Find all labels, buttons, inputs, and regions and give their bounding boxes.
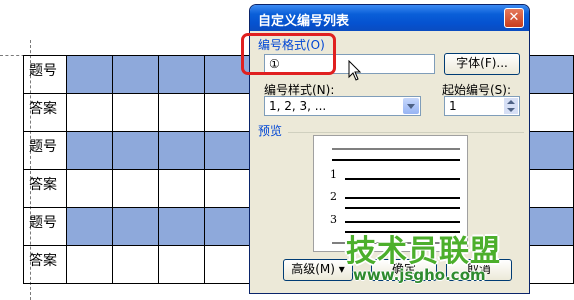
preview-line bbox=[345, 221, 460, 223]
table-cell bbox=[65, 169, 113, 208]
row-label: 答案 bbox=[23, 93, 67, 132]
number-format-highlight bbox=[241, 33, 336, 75]
table-cell bbox=[157, 93, 205, 132]
start-at-input[interactable]: 1 bbox=[444, 96, 520, 116]
row-label: 题号 bbox=[23, 55, 67, 94]
watermark-url: www.jsgho.com bbox=[353, 266, 486, 284]
preview-label: 预览 bbox=[258, 124, 283, 138]
table-cell bbox=[203, 131, 252, 170]
table-cell bbox=[157, 55, 205, 94]
preview-line bbox=[345, 207, 460, 209]
table-cell bbox=[157, 131, 205, 170]
table-cell bbox=[203, 245, 252, 284]
table-cell bbox=[157, 169, 205, 208]
table-cell bbox=[65, 93, 113, 132]
dialog-title: 自定义编号列表 bbox=[258, 14, 350, 29]
dialog-titlebar: 自定义编号列表 ✕ bbox=[250, 5, 529, 31]
table-cell bbox=[111, 93, 159, 132]
table-cell bbox=[526, 131, 574, 170]
table-cell bbox=[111, 131, 159, 170]
table-cell bbox=[526, 169, 574, 208]
table-cell bbox=[203, 93, 252, 132]
spin-down-icon[interactable] bbox=[504, 106, 518, 114]
table-cell bbox=[203, 207, 252, 246]
font-button[interactable]: 字体(F)... bbox=[444, 53, 520, 75]
preview-number-3: 3 bbox=[330, 213, 337, 226]
table-cell bbox=[203, 169, 252, 208]
table-cell bbox=[65, 55, 113, 94]
table-cell bbox=[65, 245, 113, 284]
row-label: 题号 bbox=[23, 131, 67, 170]
spinner-icon[interactable] bbox=[504, 98, 518, 114]
preview-line bbox=[332, 148, 460, 150]
close-icon: ✕ bbox=[508, 10, 520, 25]
table-cell bbox=[157, 245, 205, 284]
table-cell bbox=[111, 169, 159, 208]
row-label: 题号 bbox=[23, 207, 67, 246]
row-label: 答案 bbox=[23, 245, 67, 284]
table-cell bbox=[111, 55, 159, 94]
preview-line bbox=[332, 159, 460, 161]
mouse-cursor-icon bbox=[348, 60, 362, 81]
chevron-down-icon[interactable] bbox=[403, 98, 419, 114]
start-at-value: 1 bbox=[449, 99, 457, 113]
preview-line bbox=[345, 178, 460, 180]
table-cell bbox=[157, 207, 205, 246]
watermark-logo: 技术员联盟 bbox=[346, 234, 501, 269]
close-button[interactable]: ✕ bbox=[504, 8, 524, 28]
spin-up-icon[interactable] bbox=[504, 98, 518, 106]
preview-group-divider bbox=[288, 132, 524, 133]
row-label: 答案 bbox=[23, 169, 67, 208]
table-cell bbox=[65, 131, 113, 170]
table-cell bbox=[526, 245, 574, 284]
table-cell bbox=[111, 207, 159, 246]
advanced-button[interactable]: 高级(M) ▾ bbox=[283, 259, 353, 281]
number-style-value: 1, 2, 3, ... bbox=[269, 99, 327, 113]
preview-number-2: 2 bbox=[330, 190, 337, 203]
preview-number-1: 1 bbox=[330, 168, 337, 181]
table-cell bbox=[111, 245, 159, 284]
table-cell bbox=[526, 55, 574, 94]
table-cell bbox=[526, 207, 574, 246]
preview-line bbox=[345, 197, 460, 199]
number-style-select[interactable]: 1, 2, 3, ... bbox=[264, 96, 421, 116]
table-cell bbox=[65, 207, 113, 246]
table-cell bbox=[526, 93, 574, 132]
